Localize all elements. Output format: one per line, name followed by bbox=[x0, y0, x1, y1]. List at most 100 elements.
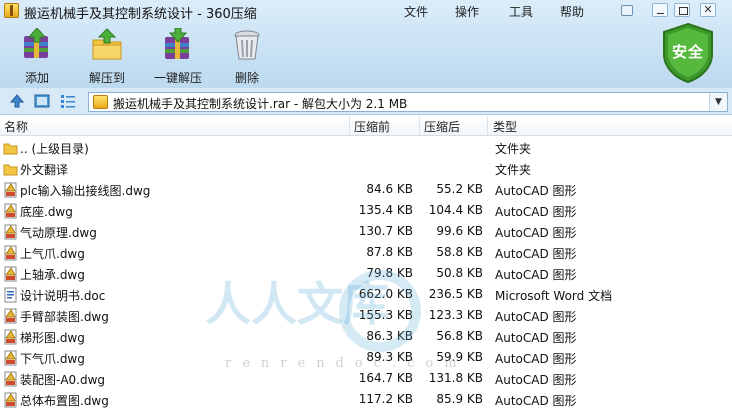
dwg-file-icon bbox=[3, 182, 18, 198]
table-row[interactable]: 上轴承.dwg 79.8 KB 50.8 KB AutoCAD 图形 bbox=[0, 264, 732, 285]
table-row[interactable]: 手臂部装图.dwg 155.3 KB 123.3 KB AutoCAD 图形 bbox=[0, 306, 732, 327]
column-divider[interactable] bbox=[349, 116, 350, 136]
file-type: AutoCAD 图形 bbox=[495, 184, 577, 198]
doc-file-icon bbox=[3, 287, 18, 303]
file-name: 手臂部装图.dwg bbox=[20, 310, 109, 324]
file-type: AutoCAD 图形 bbox=[495, 310, 577, 324]
file-packed-size: 104.4 KB bbox=[428, 203, 483, 217]
extract-to-icon bbox=[92, 28, 122, 60]
table-row[interactable]: plc输入输出接线图.dwg 84.6 KB 55.2 KB AutoCAD 图形 bbox=[0, 180, 732, 201]
file-type: AutoCAD 图形 bbox=[495, 205, 577, 219]
column-divider[interactable] bbox=[487, 116, 488, 136]
file-size: 164.7 KB bbox=[358, 371, 413, 385]
file-name: 气动原理.dwg bbox=[20, 226, 97, 240]
table-row[interactable]: 下气爪.dwg 89.3 KB 59.9 KB AutoCAD 图形 bbox=[0, 348, 732, 369]
file-size: 135.4 KB bbox=[358, 203, 413, 217]
add-archive-icon bbox=[24, 28, 48, 58]
archive-app-icon bbox=[4, 3, 19, 18]
column-packed[interactable]: 压缩后 bbox=[424, 118, 460, 134]
file-type: AutoCAD 图形 bbox=[495, 226, 577, 240]
file-name: plc输入输出接线图.dwg bbox=[20, 184, 151, 198]
menu-file[interactable]: 文件 bbox=[404, 3, 428, 20]
file-packed-size: 56.8 KB bbox=[436, 329, 483, 343]
security-badge-label: 安全 bbox=[671, 43, 704, 61]
thumbnail-view-icon[interactable] bbox=[34, 93, 50, 109]
delete-label: 删除 bbox=[234, 71, 259, 85]
minimize-button[interactable] bbox=[652, 3, 668, 17]
address-field[interactable]: 搬运机械手及其控制系统设计.rar - 解包大小为 2.1 MB ▼ bbox=[88, 92, 728, 112]
file-name: 设计说明书.doc bbox=[20, 289, 106, 303]
dwg-file-icon bbox=[3, 245, 18, 261]
file-size: 662.0 KB bbox=[358, 287, 413, 301]
file-type: AutoCAD 图形 bbox=[495, 373, 577, 387]
menu-tools[interactable]: 工具 bbox=[509, 3, 533, 20]
dwg-file-icon bbox=[3, 266, 18, 282]
column-name[interactable]: 名称 bbox=[4, 118, 28, 134]
table-row[interactable]: 上气爪.dwg 87.8 KB 58.8 KB AutoCAD 图形 bbox=[0, 243, 732, 264]
file-type: 文件夹 bbox=[495, 163, 532, 177]
dwg-file-icon bbox=[3, 392, 18, 408]
one-click-extract-button[interactable]: 一键解压 bbox=[145, 28, 211, 85]
trash-icon bbox=[234, 30, 260, 60]
table-row[interactable]: 气动原理.dwg 130.7 KB 99.6 KB AutoCAD 图形 bbox=[0, 222, 732, 243]
file-type: Microsoft Word 文档 bbox=[495, 289, 613, 303]
table-row[interactable]: 装配图-A0.dwg 164.7 KB 131.8 KB AutoCAD 图形 bbox=[0, 369, 732, 390]
maximize-button[interactable] bbox=[674, 3, 690, 17]
chevron-down-icon[interactable]: ▼ bbox=[709, 93, 727, 111]
skin-icon[interactable] bbox=[621, 5, 633, 16]
column-type[interactable]: 类型 bbox=[493, 118, 517, 134]
column-header: 名称 压缩前 压缩后 类型 bbox=[0, 116, 732, 136]
file-size: 79.8 KB bbox=[366, 266, 413, 280]
table-row[interactable]: 总体布置图.dwg 117.2 KB 85.9 KB AutoCAD 图形 bbox=[0, 390, 732, 411]
table-row[interactable]: 梯形图.dwg 86.3 KB 56.8 KB AutoCAD 图形 bbox=[0, 327, 732, 348]
file-packed-size: 58.8 KB bbox=[436, 245, 483, 259]
file-packed-size: 55.2 KB bbox=[436, 182, 483, 196]
extract-to-label: 解压到 bbox=[88, 71, 125, 85]
file-packed-size bbox=[414, 161, 483, 178]
file-type: AutoCAD 图形 bbox=[495, 352, 577, 366]
file-name: 外文翻译 bbox=[20, 163, 69, 177]
title-bar: 搬运机械手及其控制系统设计 - 360压缩 文件 操作 工具 帮助 ✕ bbox=[0, 0, 732, 22]
file-size: 117.2 KB bbox=[358, 392, 413, 406]
column-size[interactable]: 压缩前 bbox=[354, 118, 390, 134]
file-type: 文件夹 bbox=[495, 142, 532, 156]
menu-help[interactable]: 帮助 bbox=[560, 3, 584, 20]
close-button[interactable]: ✕ bbox=[700, 3, 716, 17]
file-packed-size: 99.6 KB bbox=[436, 224, 483, 238]
file-size: 130.7 KB bbox=[358, 224, 413, 238]
table-row[interactable]: .. (上级目录) 文件夹 bbox=[0, 138, 732, 159]
dwg-file-icon bbox=[3, 350, 18, 366]
file-packed-size: 85.9 KB bbox=[436, 392, 483, 406]
list-view-icon[interactable] bbox=[60, 93, 76, 109]
file-name: 上气爪.dwg bbox=[20, 247, 85, 261]
file-name: 底座.dwg bbox=[20, 205, 73, 219]
table-row[interactable]: 底座.dwg 135.4 KB 104.4 KB AutoCAD 图形 bbox=[0, 201, 732, 222]
file-size: 87.8 KB bbox=[366, 245, 413, 259]
file-name: 总体布置图.dwg bbox=[20, 394, 109, 408]
up-arrow-icon[interactable] bbox=[9, 93, 25, 109]
delete-button[interactable]: 删除 bbox=[214, 28, 280, 85]
file-name: 装配图-A0.dwg bbox=[20, 373, 106, 387]
archive-file-icon bbox=[93, 95, 108, 109]
table-row[interactable]: 设计说明书.doc 662.0 KB 236.5 KB Microsoft Word … bbox=[0, 285, 732, 306]
table-row[interactable]: 外文翻译 文件夹 bbox=[0, 159, 732, 180]
address-bar: 搬运机械手及其控制系统设计.rar - 解包大小为 2.1 MB ▼ bbox=[0, 88, 732, 115]
file-type: AutoCAD 图形 bbox=[495, 331, 577, 345]
dwg-file-icon bbox=[3, 308, 18, 324]
column-divider[interactable] bbox=[419, 116, 420, 136]
file-list: 名称 压缩前 压缩后 类型 .. (上级目录) 文件夹 外文翻译 文件夹 plc输入输出… bbox=[0, 116, 732, 419]
file-size: 155.3 KB bbox=[358, 308, 413, 322]
folder-up-icon bbox=[3, 140, 18, 156]
file-name: 下气爪.dwg bbox=[20, 352, 85, 366]
one-click-extract-icon bbox=[165, 28, 189, 59]
file-packed-size: 123.3 KB bbox=[428, 308, 483, 322]
file-rows: .. (上级目录) 文件夹 外文翻译 文件夹 plc输入输出接线图.dwg 84.6 KB… bbox=[0, 138, 732, 411]
file-size bbox=[340, 161, 413, 178]
extract-to-button[interactable]: 解压到 bbox=[74, 28, 140, 85]
security-badge[interactable]: 安全 bbox=[660, 22, 716, 84]
menu-operate[interactable]: 操作 bbox=[455, 3, 479, 20]
file-size bbox=[340, 140, 413, 157]
add-button[interactable]: 添加 bbox=[4, 28, 70, 85]
file-name: .. (上级目录) bbox=[20, 142, 89, 156]
file-name: 上轴承.dwg bbox=[20, 268, 85, 282]
